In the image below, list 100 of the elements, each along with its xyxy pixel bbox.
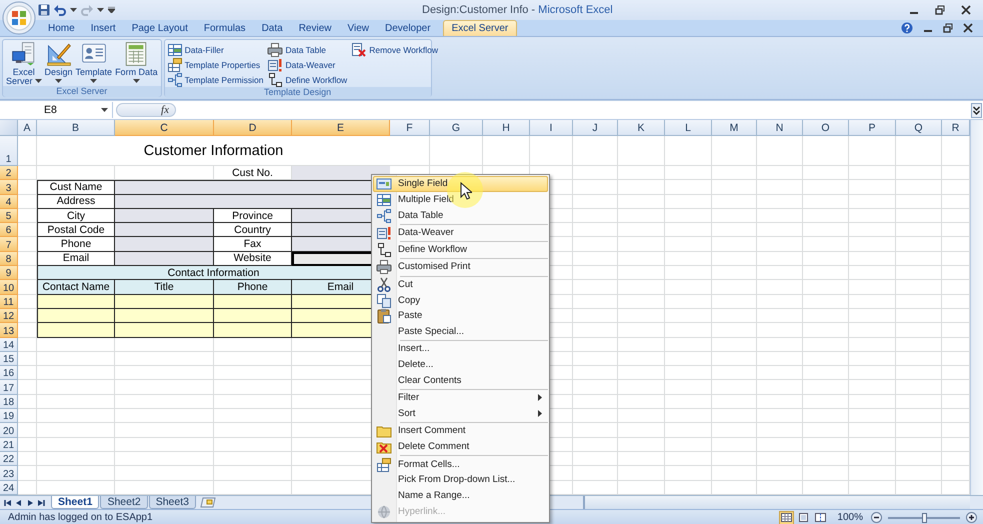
grid-cell[interactable] [757,223,803,238]
ribbon-button[interactable]: Define Workflow [267,72,348,87]
grid-cell[interactable] [214,466,292,481]
entry-cell[interactable] [214,294,292,309]
grid-cell[interactable] [618,180,665,195]
grid-cell[interactable] [712,280,757,295]
grid-cell[interactable] [896,394,942,410]
grid-cell[interactable] [618,366,665,380]
column-header[interactable]: P [849,120,896,136]
grid-cell[interactable] [757,366,803,380]
grid-cell[interactable] [37,423,115,438]
skip-left-icon[interactable] [4,498,12,506]
grid-cell[interactable] [618,136,665,166]
grid-cell[interactable] [430,136,483,166]
input-cell[interactable] [115,208,214,224]
customize-icon[interactable] [108,7,115,13]
grid-cell[interactable] [665,438,712,452]
menu-item[interactable]: Multiple Field [373,192,548,208]
column-header[interactable]: N [757,120,803,136]
zoom-level[interactable]: 100% [837,512,863,523]
grid-cell[interactable] [757,280,803,295]
grid-cell[interactable] [530,136,573,166]
row-header[interactable]: 20 [0,423,18,438]
grid-cell[interactable] [665,180,712,195]
grid-cell[interactable] [712,223,757,238]
name-box[interactable]: E8 [0,102,113,118]
row-header[interactable]: 22 [0,452,18,466]
grid-cell[interactable] [849,223,896,238]
ribbon-button[interactable]: Data-Filler [166,42,264,57]
grid-cell[interactable] [618,452,665,466]
column-header[interactable]: Q [896,120,942,136]
grid-cell[interactable] [618,223,665,238]
entry-cell[interactable] [37,294,115,309]
grid-cell[interactable] [712,180,757,195]
grid-cell[interactable] [37,394,115,410]
grid-cell[interactable] [37,438,115,452]
menu-item[interactable]: Delete... [373,357,548,374]
grid-cell[interactable] [618,308,665,324]
row-header[interactable]: 14 [0,338,18,352]
column-header[interactable]: A [18,120,37,136]
grid-cell[interactable] [896,136,942,166]
grid-cell[interactable] [757,452,803,466]
grid-cell[interactable] [896,338,942,352]
grid-cell[interactable] [573,136,618,166]
ribbon-tab[interactable]: Formulas [196,20,254,36]
grid-cell[interactable] [896,423,942,438]
grid-cell[interactable] [214,338,292,352]
grid-cell[interactable] [18,352,37,366]
expand-icon[interactable] [971,102,982,118]
row-header[interactable]: 8 [0,252,18,266]
ribbon-tab[interactable]: Developer [376,20,439,36]
grid-cell[interactable] [37,380,115,395]
grid-cell[interactable] [896,266,942,280]
horizontal-scrollbar[interactable] [583,496,970,509]
grid-cell[interactable] [18,338,37,352]
restore-icon[interactable] [943,23,953,33]
grid-cell[interactable] [849,208,896,224]
grid-cell[interactable] [896,194,942,209]
grid-cell[interactable] [665,294,712,309]
grid-cell[interactable] [849,136,896,166]
grid-cell[interactable] [37,338,115,352]
grid-cell[interactable] [573,280,618,295]
grid-cell[interactable] [573,466,618,481]
ribbon-tab[interactable]: Data [254,20,291,36]
row-header[interactable]: 21 [0,438,18,452]
grid-cell[interactable] [896,223,942,238]
grid-cell[interactable] [849,338,896,352]
grid-cell[interactable] [115,452,214,466]
grid-cell[interactable] [618,394,665,410]
grid-cell[interactable] [573,266,618,280]
grid-cell[interactable] [712,423,757,438]
grid-cell[interactable] [573,223,618,238]
grid-cell[interactable] [618,438,665,452]
grid-cell[interactable] [896,252,942,266]
grid-cell[interactable] [390,136,430,166]
column-header[interactable]: L [665,120,712,136]
grid-cell[interactable] [115,338,214,352]
grid-cell[interactable] [712,194,757,209]
ribbon-tab[interactable]: Home [40,20,83,36]
row-header[interactable]: 3 [0,180,18,195]
column-header[interactable]: O [803,120,849,136]
save-icon[interactable] [38,4,50,16]
menu-item[interactable]: Filter [373,390,548,406]
input-cell[interactable] [115,237,214,252]
menu-item[interactable]: Sort [373,406,548,422]
column-header[interactable]: R [942,120,970,136]
ribbon-button[interactable]: Template [74,41,114,86]
ribbon-tab[interactable]: Insert [82,20,124,36]
entry-cell[interactable] [115,308,214,324]
grid-cell[interactable] [803,452,849,466]
grid-cell[interactable] [803,180,849,195]
grid-cell[interactable] [712,452,757,466]
menu-item[interactable]: Single Field [373,176,548,192]
grid-cell[interactable] [573,452,618,466]
grid-cell[interactable] [803,294,849,309]
grid-cell[interactable] [803,136,849,166]
grid-cell[interactable] [712,466,757,481]
grid-cell[interactable] [803,266,849,280]
grid-cell[interactable] [896,166,942,180]
grid-cell[interactable] [665,252,712,266]
